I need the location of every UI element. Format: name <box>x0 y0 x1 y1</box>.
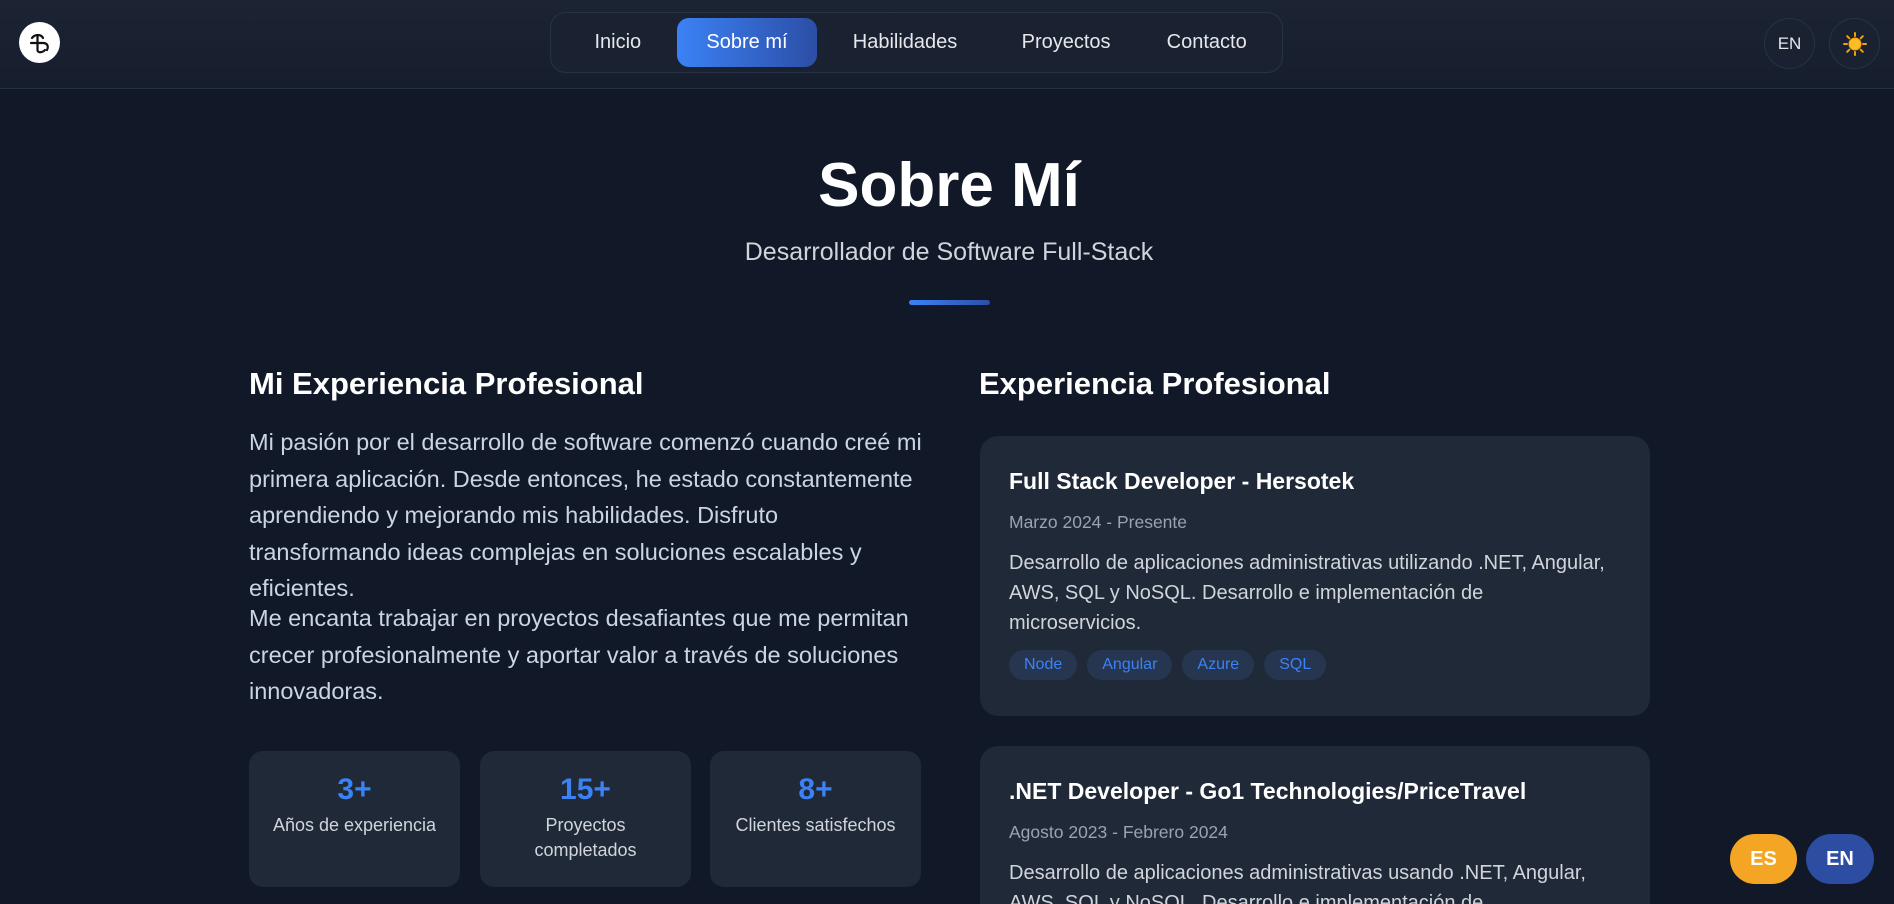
nav-item-inicio[interactable]: Inicio <box>559 18 677 67</box>
experience-title: .NET Developer - Go1 Technologies/PriceT… <box>1009 778 1527 804</box>
stat-label: Clientes satisfechos <box>735 815 896 835</box>
stat-value: 15+ <box>560 773 611 806</box>
language-toggle-button[interactable]: EN <box>1764 18 1815 69</box>
experience-card: Full Stack Developer - Hersotek Marzo 20… <box>980 436 1650 716</box>
theme-toggle-button[interactable] <box>1829 18 1880 69</box>
about-paragraph: Me encanta trabajar en proyectos desafia… <box>249 605 909 704</box>
main-nav: Inicio Sobre mí Habilidades Proyectos Co… <box>550 12 1283 73</box>
language-en-button[interactable]: EN <box>1806 834 1874 884</box>
language-toggle-label: EN <box>1777 33 1802 53</box>
stat-label: Años de experiencia <box>272 815 437 835</box>
nav-item-proyectos[interactable]: Proyectos <box>993 18 1140 67</box>
experience-description: Desarrollo de aplicaciones administrativ… <box>1009 552 1605 634</box>
experience-title: Full Stack Developer - Hersotek <box>1009 468 1355 494</box>
experience-date: Agosto 2023 - Febrero 2024 <box>1009 822 1228 842</box>
nav-item-sobre-mi[interactable]: Sobre mí <box>676 18 818 67</box>
top-navbar: Inicio Sobre mí Habilidades Proyectos Co… <box>0 0 1894 89</box>
title-underline-divider <box>909 300 990 305</box>
nav-item-habilidades[interactable]: Habilidades <box>817 18 993 67</box>
experience-description: Desarrollo de aplicaciones administrativ… <box>1009 862 1586 904</box>
experience-heading: Experiencia Profesional <box>979 366 1331 401</box>
tech-tag-list: Node Angular Azure SQL <box>1009 650 1621 680</box>
tech-tag: SQL <box>1264 650 1327 680</box>
nav-item-contacto[interactable]: Contacto <box>1139 18 1274 67</box>
logo[interactable] <box>19 22 60 63</box>
stat-card-clients: 8+ Clientes satisfechos <box>710 751 921 887</box>
language-es-button[interactable]: ES <box>1730 834 1797 884</box>
stat-value: 3+ <box>337 773 372 806</box>
experience-card: .NET Developer - Go1 Technologies/PriceT… <box>980 746 1650 904</box>
glyph-logo-icon <box>29 33 49 53</box>
stat-card-projects: 15+ Proyectos completados <box>480 751 691 887</box>
stat-label: Proyectos completados <box>534 815 637 860</box>
tech-tag: Azure <box>1182 650 1255 680</box>
stat-value: 8+ <box>798 773 833 806</box>
about-paragraph: Mi pasión por el desarrollo de software … <box>249 429 922 601</box>
stat-card-experience: 3+ Años de experiencia <box>249 751 460 887</box>
about-heading: Mi Experiencia Profesional <box>249 366 644 401</box>
sun-icon <box>1842 31 1867 56</box>
page-subtitle: Desarrollador de Software Full-Stack <box>744 238 1154 266</box>
page-title: Sobre Mí <box>818 151 1080 220</box>
experience-date: Marzo 2024 - Presente <box>1009 512 1188 532</box>
tech-tag: Node <box>1009 650 1078 680</box>
tech-tag: Angular <box>1087 650 1173 680</box>
